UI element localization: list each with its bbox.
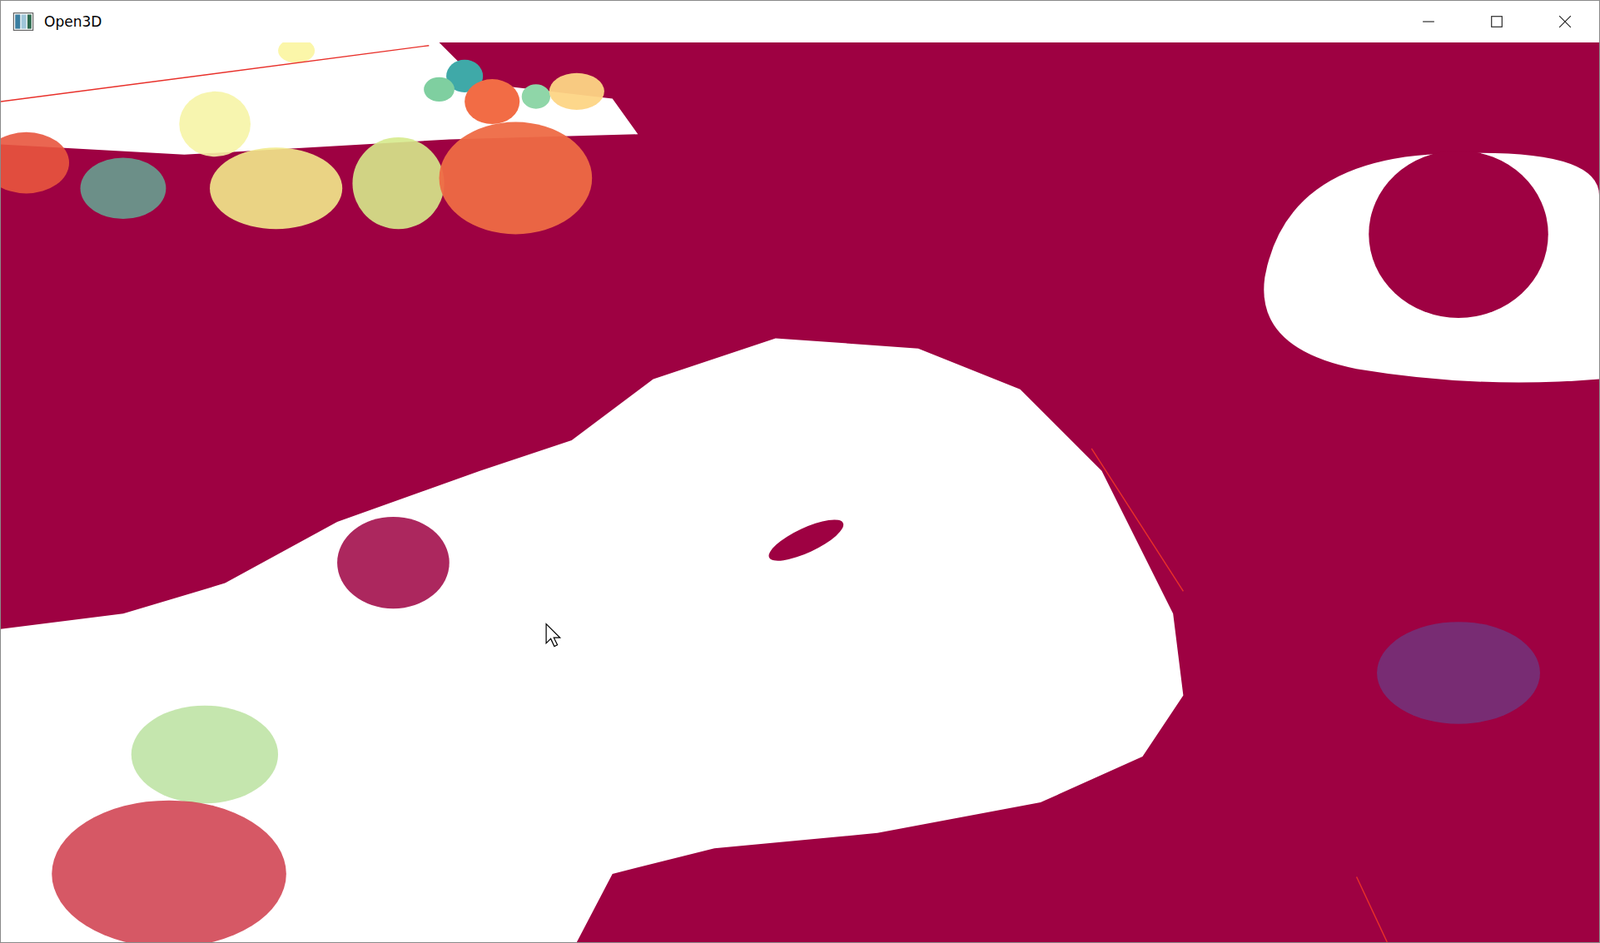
bounding-line [1356, 877, 1388, 943]
point-cluster [549, 73, 605, 110]
bounding-line [0, 45, 429, 102]
point-cluster [464, 79, 520, 125]
open3d-window: Open3D [0, 0, 1600, 943]
point-cluster [209, 147, 343, 229]
point-cluster [439, 122, 593, 235]
point-cluster [352, 137, 444, 229]
close-button[interactable] [1530, 0, 1600, 43]
minimize-button[interactable] [1394, 0, 1463, 43]
point-cluster [0, 132, 70, 194]
window-title: Open3D [44, 13, 1385, 30]
point-cluster [51, 800, 287, 943]
close-icon [1558, 14, 1572, 29]
maximize-button[interactable] [1462, 0, 1531, 43]
minimize-icon [1421, 14, 1436, 29]
point-cluster [521, 84, 551, 109]
title-bar[interactable]: Open3D [0, 0, 1600, 43]
point-cluster [278, 42, 315, 64]
maximize-icon [1490, 14, 1504, 29]
point-cluster [423, 77, 455, 102]
bounding-line [1091, 448, 1183, 592]
point-cluster [1376, 621, 1541, 725]
cursor-icon [546, 624, 561, 647]
point-cluster [80, 157, 167, 219]
point-cloud-view[interactable] [0, 42, 1600, 943]
point-cluster [131, 705, 279, 805]
app-icon [12, 12, 35, 31]
point-cluster [178, 91, 251, 157]
